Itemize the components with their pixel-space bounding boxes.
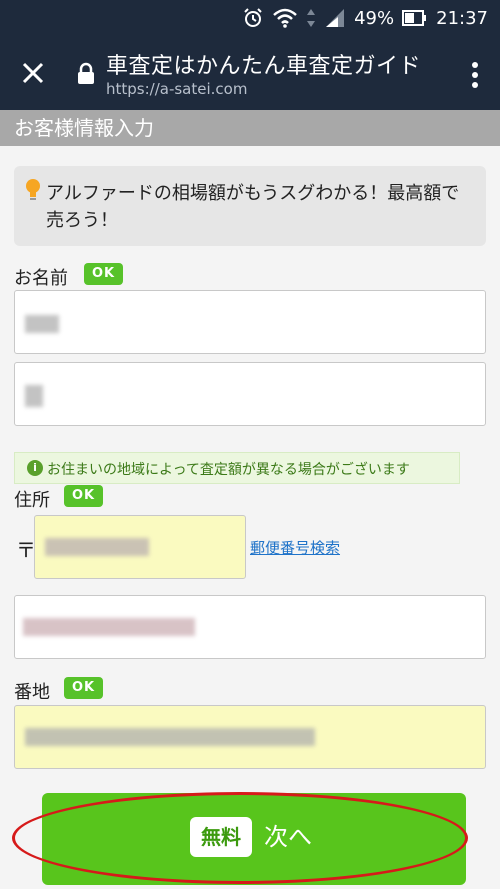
- prefecture-city-input[interactable]: [14, 595, 486, 659]
- signal-icon: [326, 9, 345, 27]
- block-number-input[interactable]: [14, 705, 486, 769]
- postal-mark: 〒: [16, 538, 36, 562]
- redacted-text: [23, 618, 195, 636]
- next-button[interactable]: 無料 次へ: [42, 793, 466, 885]
- browser-toolbar: 車査定はかんたん車査定ガイド https://a-satei.com: [0, 36, 500, 110]
- address-label: 住所: [14, 490, 50, 511]
- overflow-menu-icon[interactable]: [470, 62, 480, 88]
- lightbulb-icon: [26, 179, 40, 200]
- status-icons: 49% 21:37: [242, 0, 488, 36]
- redacted-text: [25, 728, 315, 746]
- clock: 21:37: [436, 7, 488, 29]
- block-label: 番地: [14, 682, 50, 703]
- address-ok-badge: OK: [64, 485, 104, 507]
- promo-box: アルファードの相場額がもうスグわかる！最高額で売ろう！: [14, 166, 486, 246]
- page-url[interactable]: https://a-satei.com: [106, 80, 247, 98]
- block-ok-badge: OK: [64, 677, 104, 699]
- promo-text: アルファードの相場額がもうスグわかる！最高額で売ろう！: [46, 183, 460, 231]
- name-ok-badge: OK: [84, 263, 124, 285]
- last-name-input[interactable]: [14, 290, 486, 354]
- zip-search-link[interactable]: 郵便番号検索: [250, 537, 340, 558]
- battery-percent: 49%: [354, 7, 395, 29]
- redacted-text: [25, 315, 59, 333]
- redacted-text: [45, 538, 149, 556]
- first-name-input[interactable]: [14, 362, 486, 426]
- notice-text: お住まいの地域によって査定額が異なる場合がございます: [47, 462, 410, 478]
- alarm-icon: [244, 8, 262, 27]
- lock-icon: [78, 62, 94, 84]
- name-label: お名前: [14, 268, 68, 289]
- redacted-text: [25, 385, 43, 407]
- next-button-label: 次へ: [264, 823, 312, 851]
- free-badge: 無料: [190, 817, 252, 857]
- postal-code-input[interactable]: [34, 515, 246, 579]
- page-title-browser: 車査定はかんたん車査定ガイド: [106, 54, 422, 79]
- status-bar: 49% 21:37: [0, 0, 500, 36]
- region-notice: i お住まいの地域によって査定額が異なる場合がございます: [14, 452, 460, 484]
- page-title: お客様情報入力: [14, 116, 154, 140]
- form-content: アルファードの相場額がもうスグわかる！最高額で売ろう！ お名前 OK i お住ま…: [0, 146, 500, 889]
- data-transfer-icon: [307, 9, 316, 27]
- wifi-icon: [273, 8, 297, 28]
- info-icon: i: [27, 460, 43, 476]
- battery-icon: [402, 10, 427, 26]
- section-header: お客様情報入力: [0, 110, 500, 146]
- close-icon[interactable]: [18, 58, 48, 88]
